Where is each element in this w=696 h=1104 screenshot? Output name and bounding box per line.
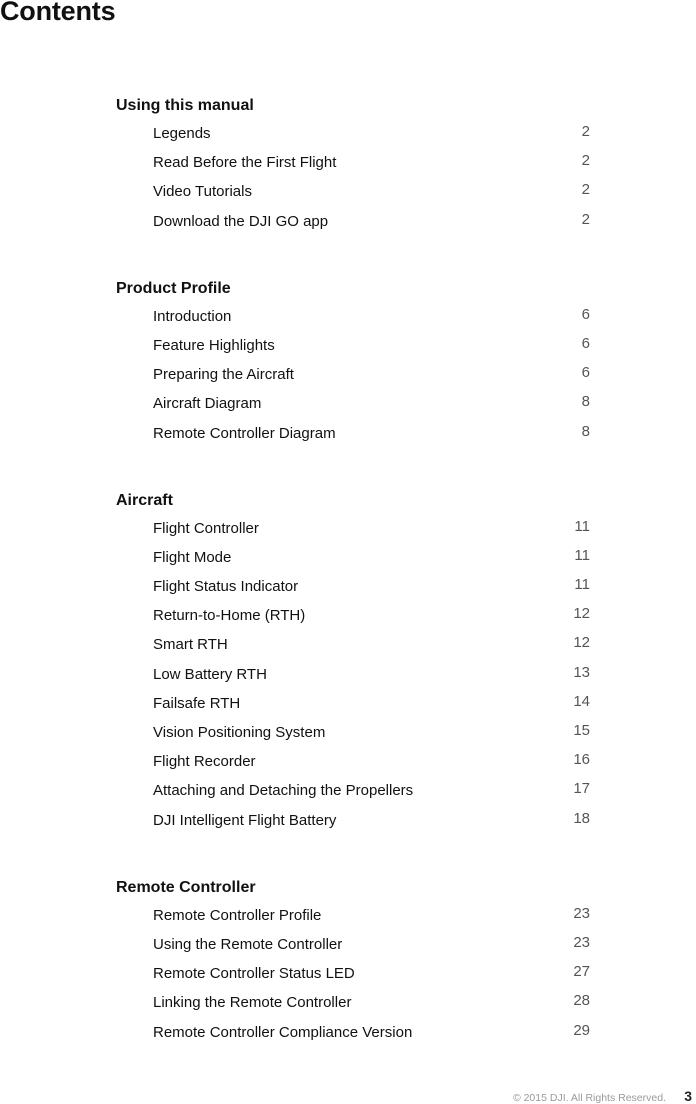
- toc-entry-page-number[interactable]: 2: [582, 209, 590, 231]
- toc-entry-label[interactable]: DJI Intelligent Flight Battery: [153, 810, 336, 832]
- section-heading[interactable]: Using this manual: [116, 95, 590, 117]
- toc-entry[interactable]: Remote Controller Compliance Version 29: [116, 1022, 590, 1051]
- toc-entry-label[interactable]: Vision Positioning System: [153, 722, 325, 744]
- toc-entry[interactable]: Flight Status Indicator 11: [116, 576, 590, 605]
- toc-entry-page-number[interactable]: 16: [573, 749, 590, 771]
- toc-entry-label[interactable]: Flight Controller: [153, 518, 259, 540]
- toc-entry-label[interactable]: Feature Highlights: [153, 335, 275, 357]
- toc-entry-page-number[interactable]: 14: [573, 691, 590, 713]
- toc-entry-label[interactable]: Download the DJI GO app: [153, 211, 328, 233]
- toc-entry-label[interactable]: Attaching and Detaching the Propellers: [153, 780, 413, 802]
- toc-entry-label[interactable]: Legends: [153, 123, 211, 145]
- toc-entry-page-number[interactable]: 11: [574, 574, 590, 596]
- toc-entry[interactable]: Aircraft Diagram 8: [116, 393, 590, 422]
- toc-entry-page-number[interactable]: 6: [582, 333, 590, 355]
- page-title: Contents: [0, 0, 116, 26]
- toc-entry[interactable]: Using the Remote Controller 23: [116, 934, 590, 963]
- toc-entry-page-number[interactable]: 29: [573, 1020, 590, 1042]
- section-heading[interactable]: Aircraft: [116, 490, 590, 512]
- toc-entry-label[interactable]: Using the Remote Controller: [153, 934, 342, 956]
- toc-entry[interactable]: Vision Positioning System 15: [116, 722, 590, 751]
- toc-entry-page-number[interactable]: 6: [582, 304, 590, 326]
- footer-page-number: 3: [684, 1088, 692, 1104]
- toc-entry[interactable]: Remote Controller Status LED 27: [116, 963, 590, 992]
- toc-entry-label[interactable]: Failsafe RTH: [153, 693, 240, 715]
- toc-entry[interactable]: Failsafe RTH 14: [116, 693, 590, 722]
- toc-entry[interactable]: Remote Controller Diagram 8: [116, 423, 590, 452]
- toc-entry-label[interactable]: Smart RTH: [153, 634, 228, 656]
- toc-entry-label[interactable]: Aircraft Diagram: [153, 393, 261, 415]
- toc-entry[interactable]: Preparing the Aircraft 6: [116, 364, 590, 393]
- toc-entry-page-number[interactable]: 6: [582, 362, 590, 384]
- toc-entry-page-number[interactable]: 8: [582, 421, 590, 443]
- toc-entry-page-number[interactable]: 8: [582, 391, 590, 413]
- toc-entry[interactable]: Read Before the First Flight 2: [116, 152, 590, 181]
- toc-entry-page-number[interactable]: 11: [574, 545, 590, 567]
- toc-entry-page-number[interactable]: 11: [574, 516, 590, 538]
- toc-section: Aircraft Flight Controller 11 Flight Mode 11…: [116, 490, 590, 839]
- table-of-contents: Using this manual Legends 2 Read Before the…: [116, 95, 590, 1089]
- toc-entry[interactable]: Low Battery RTH 13: [116, 664, 590, 693]
- toc-entry-page-number[interactable]: 17: [573, 778, 590, 800]
- toc-entry[interactable]: DJI Intelligent Flight Battery 18: [116, 810, 590, 839]
- toc-entry-page-number[interactable]: 13: [573, 662, 590, 684]
- toc-entry-label[interactable]: Flight Mode: [153, 547, 231, 569]
- toc-entry-page-number[interactable]: 23: [573, 903, 590, 925]
- toc-entry[interactable]: Flight Recorder 16: [116, 751, 590, 780]
- toc-entry[interactable]: Smart RTH 12: [116, 634, 590, 663]
- toc-entry-label[interactable]: Low Battery RTH: [153, 664, 267, 686]
- toc-entry[interactable]: Return-to-Home (RTH) 12: [116, 605, 590, 634]
- toc-entry[interactable]: Introduction 6: [116, 306, 590, 335]
- toc-entry[interactable]: Flight Controller 11: [116, 518, 590, 547]
- footer-copyright: © 2015 DJI. All Rights Reserved.: [512, 1092, 666, 1104]
- toc-section: Using this manual Legends 2 Read Before the…: [116, 95, 590, 240]
- toc-entry[interactable]: Remote Controller Profile 23: [116, 905, 590, 934]
- toc-entry[interactable]: Attaching and Detaching the Propellers 17: [116, 780, 590, 809]
- toc-entry[interactable]: Legends 2: [116, 123, 590, 152]
- toc-section: Remote Controller Remote Controller Profi…: [116, 877, 590, 1051]
- toc-entry-page-number[interactable]: 2: [582, 179, 590, 201]
- toc-entry-page-number[interactable]: 27: [573, 961, 590, 983]
- toc-entry[interactable]: Flight Mode 11: [116, 547, 590, 576]
- toc-entry-page-number[interactable]: 2: [582, 150, 590, 172]
- toc-entry-page-number[interactable]: 18: [573, 808, 590, 830]
- toc-entry[interactable]: Download the DJI GO app 2: [116, 211, 590, 240]
- toc-entry-label[interactable]: Read Before the First Flight: [153, 152, 336, 174]
- toc-entry-label[interactable]: Linking the Remote Controller: [153, 992, 351, 1014]
- toc-entry-page-number[interactable]: 28: [573, 990, 590, 1012]
- toc-entry-label[interactable]: Remote Controller Diagram: [153, 423, 336, 445]
- toc-entry-page-number[interactable]: 15: [573, 720, 590, 742]
- toc-entry[interactable]: Feature Highlights 6: [116, 335, 590, 364]
- toc-entry-page-number[interactable]: 12: [573, 632, 590, 654]
- toc-entry-page-number[interactable]: 23: [573, 932, 590, 954]
- toc-entry-label[interactable]: Video Tutorials: [153, 181, 252, 203]
- toc-entry-label[interactable]: Flight Recorder: [153, 751, 256, 773]
- section-heading[interactable]: Remote Controller: [116, 877, 590, 899]
- toc-entry[interactable]: Linking the Remote Controller 28: [116, 992, 590, 1021]
- toc-entry-label[interactable]: Remote Controller Compliance Version: [153, 1022, 412, 1044]
- toc-entry-label[interactable]: Introduction: [153, 306, 231, 328]
- section-heading[interactable]: Product Profile: [116, 278, 590, 300]
- toc-entry-label[interactable]: Flight Status Indicator: [153, 576, 298, 598]
- toc-entry-label[interactable]: Preparing the Aircraft: [153, 364, 294, 386]
- toc-entry-page-number[interactable]: 2: [582, 121, 590, 143]
- toc-section: Product Profile Introduction 6 Feature High…: [116, 278, 590, 452]
- toc-entry-label[interactable]: Return-to-Home (RTH): [153, 605, 305, 627]
- toc-entry-label[interactable]: Remote Controller Profile: [153, 905, 321, 927]
- toc-entry[interactable]: Video Tutorials 2: [116, 181, 590, 210]
- toc-entry-label[interactable]: Remote Controller Status LED: [153, 963, 355, 985]
- toc-entry-page-number[interactable]: 12: [573, 603, 590, 625]
